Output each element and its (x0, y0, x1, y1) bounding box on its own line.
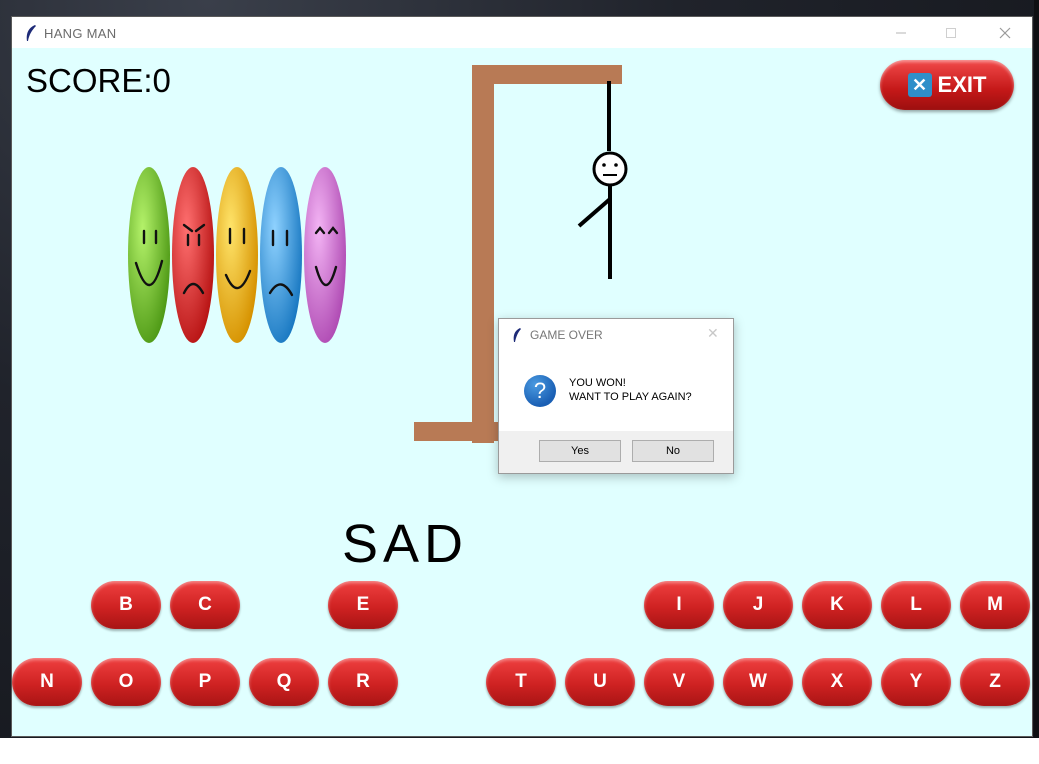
gallows-post (472, 65, 494, 443)
close-icon (999, 27, 1011, 38)
question-icon: ? (524, 375, 556, 407)
dialog-close-icon[interactable]: ✕ (707, 325, 719, 342)
hangman-head (592, 151, 628, 187)
feather-icon (513, 328, 521, 342)
emoji-faces-image (128, 167, 346, 343)
hangman-arm (577, 197, 612, 228)
game-over-dialog: GAME OVER ✕ ? YOU WON! WANT TO PLAY AGAI… (498, 318, 734, 474)
guessed-word: SAD (342, 514, 469, 574)
exit-button-label: EXIT (937, 72, 987, 97)
letter-button-i[interactable]: I (644, 581, 714, 629)
score-label: SCORE:0 (26, 62, 171, 99)
pink-happy-face-icon (304, 167, 346, 343)
window-title: HANG MAN (44, 26, 117, 41)
close-icon: ✕ (907, 73, 932, 97)
maximize-button[interactable] (928, 17, 974, 48)
gallows-base (414, 422, 504, 441)
exit-button[interactable]: ✕ EXIT (880, 60, 1014, 110)
letter-button-j[interactable]: J (723, 581, 793, 629)
dialog-message-line2: WANT TO PLAY AGAIN? (569, 391, 692, 403)
letter-button-m[interactable]: M (960, 581, 1030, 629)
title-bar: HANG MAN (12, 17, 1032, 48)
letter-button-z[interactable]: Z (960, 658, 1030, 706)
letter-button-b[interactable]: B (91, 581, 161, 629)
red-angry-face-icon (172, 167, 214, 343)
minimize-button[interactable] (878, 17, 924, 48)
letter-button-c[interactable]: C (170, 581, 240, 629)
letter-button-k[interactable]: K (802, 581, 872, 629)
letter-button-y[interactable]: Y (881, 658, 951, 706)
desktop-edge (1034, 0, 1039, 764)
desktop-bottom (0, 738, 1039, 764)
gallows-top-beam (472, 65, 622, 84)
dialog-title: GAME OVER (530, 328, 603, 342)
letter-button-q[interactable]: Q (249, 658, 319, 706)
letter-button-p[interactable]: P (170, 658, 240, 706)
dialog-message-line1: YOU WON! (569, 377, 626, 389)
green-laughing-face-icon (128, 167, 170, 343)
maximize-icon (946, 27, 956, 38)
hangman-figure (577, 151, 628, 279)
yes-button[interactable]: Yes (539, 440, 621, 462)
letter-button-r[interactable]: R (328, 658, 398, 706)
letter-button-o[interactable]: O (91, 658, 161, 706)
minimize-icon (896, 32, 906, 33)
letter-button-n[interactable]: N (12, 658, 82, 706)
letter-button-v[interactable]: V (644, 658, 714, 706)
blue-sad-face-icon (260, 167, 302, 343)
letter-button-t[interactable]: T (486, 658, 556, 706)
feather-icon (26, 25, 36, 41)
close-window-button[interactable] (982, 17, 1028, 48)
yellow-smiling-face-icon (216, 167, 258, 343)
no-button[interactable]: No (632, 440, 714, 462)
letter-button-e[interactable]: E (328, 581, 398, 629)
letter-button-w[interactable]: W (723, 658, 793, 706)
letter-button-u[interactable]: U (565, 658, 635, 706)
letter-button-l[interactable]: L (881, 581, 951, 629)
letter-button-x[interactable]: X (802, 658, 872, 706)
